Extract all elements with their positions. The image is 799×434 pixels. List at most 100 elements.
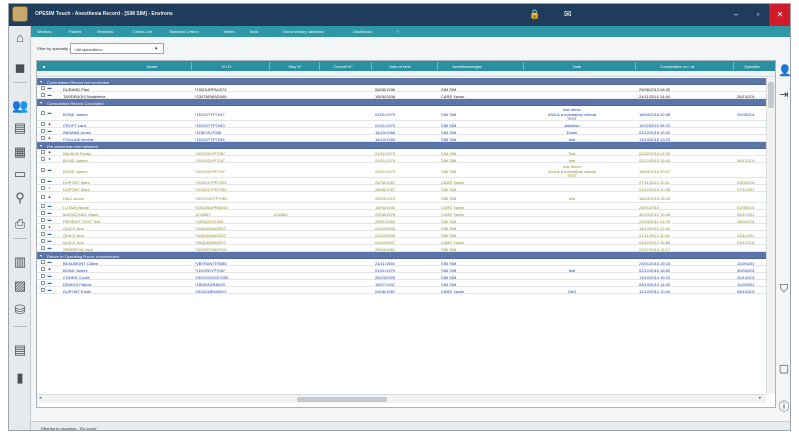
row-checkbox[interactable] (41, 204, 45, 208)
row-checkbox[interactable] (41, 211, 45, 215)
row-checkbox[interactable] (41, 186, 45, 190)
menu-standard-letters[interactable]: Standard Letters (169, 29, 199, 34)
table-row[interactable]: ▬ PROEDIT TEST Test *10RQZ12X003 29/01/1964… (37, 217, 775, 224)
row-checkbox[interactable] (41, 179, 45, 183)
attachment-icon[interactable]: ⚲ (12, 190, 28, 206)
row-checkbox[interactable] (41, 111, 45, 115)
table-row[interactable]: ▬ BOND James *1DOOTYP7047 01/01/1970 SIM SIM… (37, 106, 775, 121)
statistics-icon[interactable]: ▮ (12, 370, 28, 386)
user-icon[interactable]: 👤 (778, 65, 790, 77)
menu-help[interactable]: ? (397, 29, 399, 34)
specialty-select[interactable]: <All specialties> (70, 43, 164, 54)
row-checkbox[interactable] (41, 281, 45, 285)
document-icon[interactable]: ▦ (12, 144, 28, 160)
table-row[interactable]: ▬ INDIANA Jones *1DBY2U7055 16/10/1966 SIM S… (37, 128, 775, 135)
mail-icon[interactable]: ✉ (564, 10, 572, 19)
display-icon[interactable]: ▥ (12, 254, 28, 270)
row-checkbox[interactable] (41, 129, 45, 133)
menu-worklists[interactable]: Worklists (97, 29, 113, 34)
horizontal-scrollbar[interactable]: ◂ ▸ (37, 394, 766, 403)
column-header[interactable]: Date of birth (370, 64, 430, 69)
row-checkbox[interactable] (41, 239, 45, 243)
vertical-scrollbar[interactable] (766, 78, 775, 394)
column-header[interactable]: Consultation on / at (647, 64, 707, 69)
table-row[interactable]: ▬ MARSCHALL Marie 1234567 1234567 23/08/1978… (37, 210, 775, 217)
help-icon[interactable]: ⓘ (778, 401, 790, 413)
column-header[interactable]: N.I.R. (197, 64, 257, 69)
exit-icon[interactable]: ⇥ (778, 89, 790, 101)
table-row[interactable]: ▲ CROFT Lara *1DOOTYP7040 01/01/1970 SIM SIM… (37, 121, 775, 128)
table-row[interactable]: ▲ POULAIN Amélie *1DOOTYP7045 16/10/1994 SIM… (37, 135, 775, 142)
table-row[interactable]: ▬ DUPONT Emile *2DDUMEMI0007 03/06/1957 CARE… (37, 287, 775, 294)
lock-icon[interactable]: 🔒 (529, 10, 540, 19)
row-checkbox[interactable] (41, 122, 45, 126)
collapse-icon[interactable]: ▾ (40, 79, 42, 84)
menu-dashboard[interactable]: Dashboard (353, 29, 373, 34)
close-button[interactable]: ✕ (769, 4, 790, 26)
table-row[interactable]: ▬ DEWOS Patrick *1BDEADRA029 16/07/1937 SIM … (37, 280, 775, 287)
group-header[interactable]: ▾ Consultation Record Concluded (37, 99, 775, 106)
row-checkbox[interactable] (41, 136, 45, 140)
table-row[interactable]: ▬ LUTAIN Nicole *23SDSUPRI0044 18/06/1940 CA… (37, 203, 775, 210)
column-header[interactable]: Note (547, 64, 607, 69)
table-row[interactable]: ▲ HALL Annie *1DOO1DYP7051 25/03/1974 SIM SI… (37, 192, 775, 203)
row-checkbox[interactable] (41, 218, 45, 222)
horizontal-scroll-thumb[interactable] (297, 397, 387, 402)
row-checkbox[interactable] (41, 150, 45, 154)
row-checkbox[interactable] (41, 93, 45, 97)
table-row[interactable]: ▲ BALBOA Rocky *1DOODYP7087 01/01/1970 SIM S… (37, 149, 775, 156)
row-checkbox[interactable] (41, 225, 45, 229)
column-header[interactable]: Consult N° (313, 64, 373, 69)
group-header[interactable]: ▾ Pre-anesthetic visit validated (37, 142, 775, 149)
minimize-button[interactable]: – (725, 4, 747, 26)
column-header[interactable]: Anesthesiologist (437, 64, 497, 69)
row-checkbox[interactable] (41, 246, 45, 250)
chat-icon[interactable]: ▢ (778, 363, 790, 375)
column-header[interactable]: Operatio (722, 64, 775, 69)
table-row[interactable]: ▬ DUPONT Marc *1DDO17PR7093 24/08/1967 CARE … (37, 178, 775, 185)
row-checkbox[interactable] (41, 232, 45, 236)
chevron-down-icon[interactable]: ▾ (155, 46, 158, 52)
table-row[interactable]: ● BOND James *1DOODYP7047 01/01/1970 SIM SIM… (37, 156, 775, 163)
table-row[interactable]: ▬ QUICK Ana *16QUIDANZ037 01/03/2007 CARE Xa… (37, 238, 775, 245)
report-icon[interactable]: ▤ (12, 342, 28, 358)
collapse-icon[interactable]: ▾ (40, 253, 42, 258)
filter-icon[interactable]: ⛉ (778, 283, 790, 295)
collapse-icon[interactable]: ▾ (40, 100, 42, 105)
row-checkbox[interactable] (41, 288, 45, 292)
print-icon[interactable]: ⎙ (12, 216, 28, 232)
table-row[interactable]: ▬ SPARROW Jack *1D2OOYAN7041 29/04/1961 SIM … (37, 245, 775, 252)
row-checkbox[interactable] (41, 267, 45, 271)
row-checkbox[interactable] (41, 274, 45, 278)
grid-filter-row[interactable] (37, 71, 775, 77)
menu-tools[interactable]: Tools (249, 29, 258, 34)
group-header[interactable]: ▾ Consultation Record not concluded (37, 78, 775, 85)
table-row[interactable]: ▲ BOND James *1DOODYP7047 01/01/1970 SIM SIM… (37, 266, 775, 273)
scroll-left-icon[interactable]: ◂ (39, 395, 42, 401)
menu-checklist[interactable]: Check-List (133, 29, 152, 34)
home-icon[interactable]: ⌂ (12, 30, 28, 46)
row-checkbox[interactable] (41, 157, 45, 161)
column-header[interactable]: Name (122, 64, 182, 69)
new-record-icon[interactable]: ◼ (12, 60, 28, 76)
table-row[interactable]: ▬ DURAND Paul *150DURPAU073 05/08/1936 SIM S… (37, 85, 775, 92)
patient-file-icon[interactable]: ▤ (12, 120, 28, 136)
scan-icon[interactable]: ▨ (12, 278, 28, 294)
table-row[interactable]: ▬ BEAUMONT Cäline *2BTRAN7TR085 24/11/1939 S… (37, 259, 775, 266)
row-checkbox[interactable] (41, 195, 45, 199)
table-row[interactable]: ▬ COHEN Cécile *2DOOOOC07059 26/03/2009 SIM … (37, 273, 775, 280)
table-row[interactable]: ▬ BOND James *1DOODYP7047 01/01/1970 SIM SIM… (37, 163, 775, 178)
menu-documentary-database[interactable]: Documentary database (283, 29, 324, 34)
menu-window[interactable]: Window (37, 29, 51, 34)
row-checkbox[interactable] (41, 86, 45, 90)
group-header[interactable]: ▾ Return to Operating Room, unscheduled (37, 252, 775, 259)
patients-icon[interactable]: 👥 (12, 98, 28, 114)
menu-patient[interactable]: Patient (69, 29, 81, 34)
monitor-icon[interactable]: ▭ (12, 166, 28, 182)
expand-all-icon[interactable]: ■ (41, 64, 47, 69)
scroll-right-icon[interactable]: ▸ (759, 395, 762, 401)
menu-tables[interactable]: Tables (223, 29, 235, 34)
device-icon[interactable]: ⛁ (12, 302, 28, 318)
table-row[interactable]: ● DUPONT Marc *1DDO17PR7093 24/08/1967 SIM S… (37, 185, 775, 192)
row-checkbox[interactable] (41, 168, 45, 172)
